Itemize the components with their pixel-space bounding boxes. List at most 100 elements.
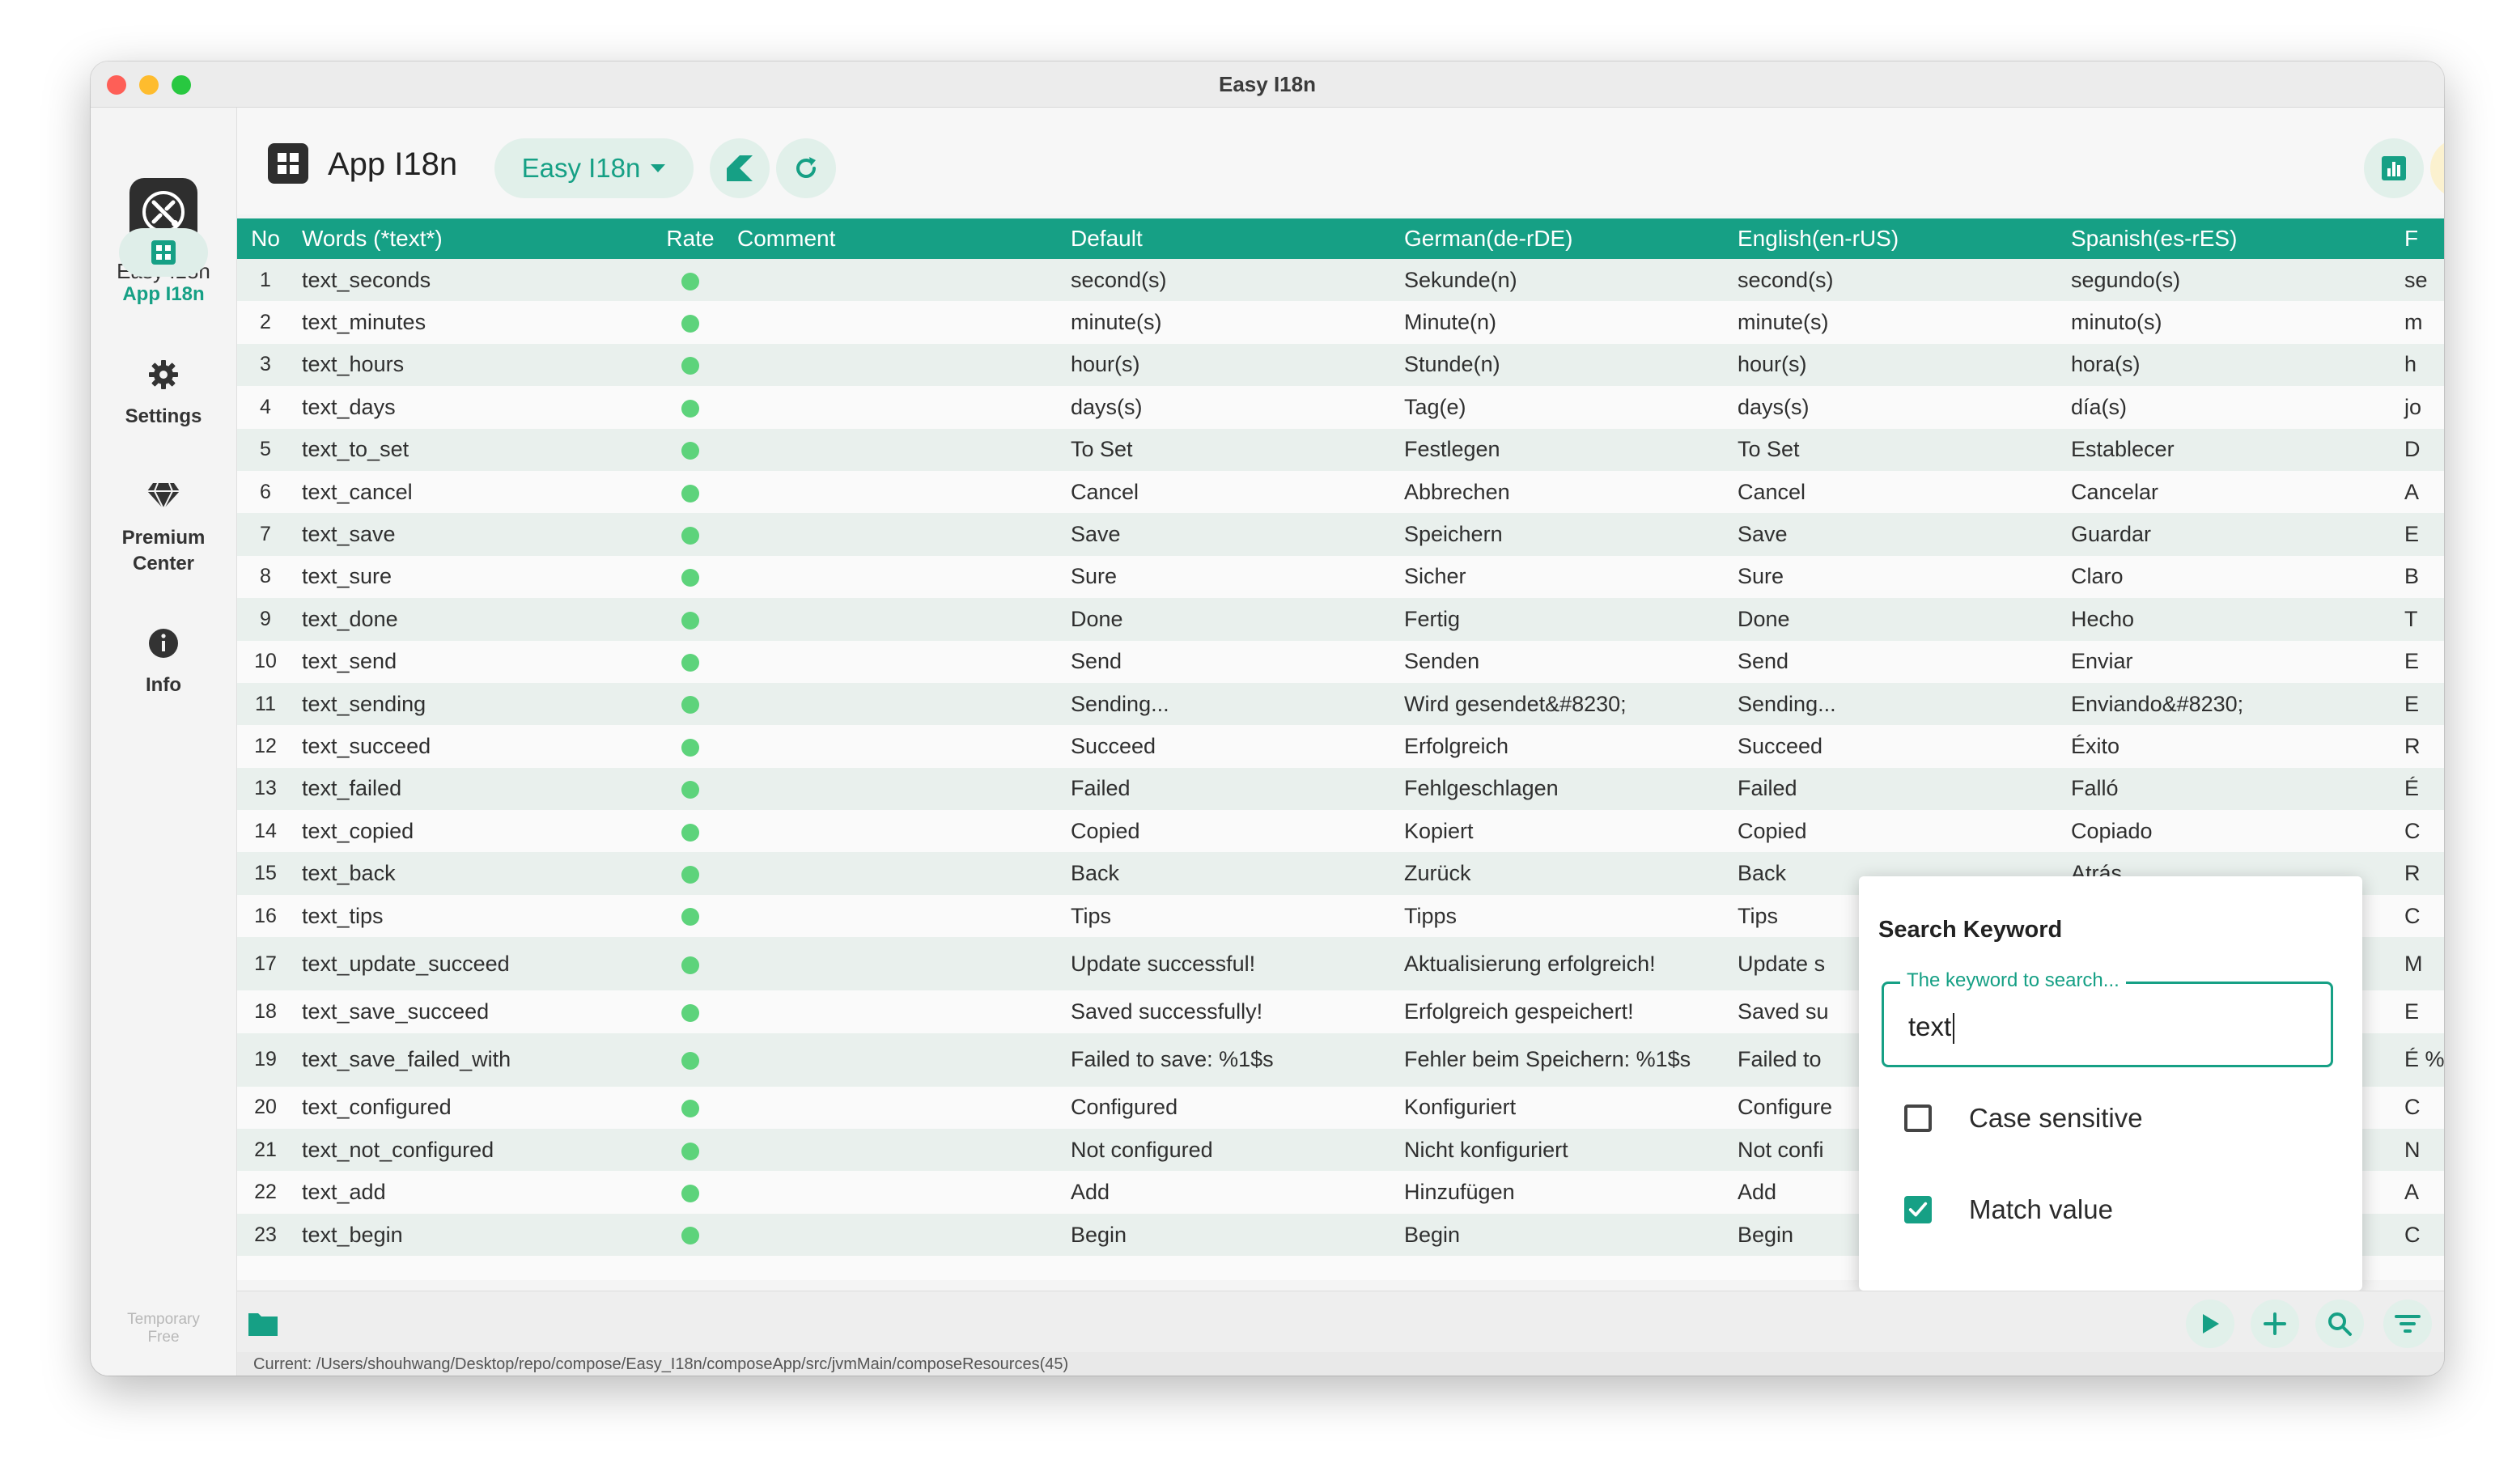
spanish-cell[interactable]: Éxito — [2063, 725, 2396, 767]
search-input-value[interactable]: text — [1908, 1011, 1955, 1045]
sidebar-item-info[interactable]: Info — [91, 619, 236, 698]
german-cell[interactable]: Festlegen — [1396, 429, 1729, 471]
comment-cell[interactable] — [729, 598, 1063, 640]
default-cell[interactable]: Failed to save: %1$s — [1063, 1033, 1396, 1087]
filter-button[interactable] — [2383, 1300, 2432, 1348]
default-cell[interactable]: minute(s) — [1063, 301, 1396, 343]
english-cell[interactable]: Failed — [1729, 768, 2063, 810]
french-cell[interactable]: A — [2396, 471, 2444, 513]
case-sensitive-checkbox[interactable] — [1904, 1105, 1932, 1132]
row-number[interactable]: 5 — [237, 429, 294, 471]
rate-cell[interactable] — [651, 1087, 729, 1129]
search-input[interactable]: The keyword to search... text — [1882, 969, 2333, 1067]
word-key[interactable]: text_tips — [294, 895, 651, 937]
german-cell[interactable]: Tipps — [1396, 895, 1729, 937]
comment-cell[interactable] — [729, 937, 1063, 990]
spanish-cell[interactable]: día(s) — [2063, 386, 2396, 428]
default-cell[interactable]: second(s) — [1063, 259, 1396, 301]
row-number[interactable]: 20 — [237, 1087, 294, 1129]
table-row[interactable]: 3 text_hours hour(s) Stunde(n) hour(s) hora(s… — [237, 343, 2444, 387]
default-cell[interactable]: Cancel — [1063, 471, 1396, 513]
table-row[interactable]: 13 text_failed Failed Fehlgeschlagen Failed F… — [237, 767, 2444, 811]
spanish-cell[interactable]: Falló — [2063, 768, 2396, 810]
comment-cell[interactable] — [729, 1129, 1063, 1171]
default-cell[interactable]: Saved successfully! — [1063, 990, 1396, 1032]
rate-cell[interactable] — [651, 386, 729, 428]
row-number[interactable]: 6 — [237, 471, 294, 513]
spanish-cell[interactable]: Establecer — [2063, 429, 2396, 471]
german-cell[interactable]: Erfolgreich — [1396, 725, 1729, 767]
comment-cell[interactable] — [729, 471, 1063, 513]
word-key[interactable]: text_minutes — [294, 301, 651, 343]
word-key[interactable]: text_done — [294, 598, 651, 640]
rate-cell[interactable] — [651, 810, 729, 852]
spanish-cell[interactable]: Cancelar — [2063, 471, 2396, 513]
row-number[interactable]: 7 — [237, 513, 294, 555]
table-row[interactable]: 7 text_save Save Speichern Save Guardar E — [237, 513, 2444, 556]
rate-cell[interactable] — [651, 429, 729, 471]
word-key[interactable]: text_seconds — [294, 259, 651, 301]
french-cell[interactable]: E — [2396, 513, 2444, 555]
french-cell[interactable]: C — [2396, 810, 2444, 852]
spanish-cell[interactable]: minuto(s) — [2063, 301, 2396, 343]
spanish-cell[interactable]: Enviar — [2063, 641, 2396, 683]
rate-cell[interactable] — [651, 1129, 729, 1171]
comment-cell[interactable] — [729, 810, 1063, 852]
rate-cell[interactable] — [651, 852, 729, 894]
sidebar-item-app-i18n[interactable]: App I18n — [91, 228, 236, 307]
comment-cell[interactable] — [729, 386, 1063, 428]
rate-cell[interactable] — [651, 1171, 729, 1213]
word-key[interactable]: text_send — [294, 641, 651, 683]
sidebar-item-settings[interactable]: Settings — [91, 350, 236, 430]
german-cell[interactable]: Sekunde(n) — [1396, 259, 1729, 301]
word-key[interactable]: text_configured — [294, 1087, 651, 1129]
french-cell[interactable]: E — [2396, 990, 2444, 1032]
column-header-words[interactable]: Words (*text*) — [294, 218, 651, 259]
french-cell[interactable]: R — [2396, 725, 2444, 767]
word-key[interactable]: text_add — [294, 1171, 651, 1213]
word-key[interactable]: text_copied — [294, 810, 651, 852]
rate-cell[interactable] — [651, 344, 729, 386]
rate-cell[interactable] — [651, 683, 729, 725]
word-key[interactable]: text_sure — [294, 556, 651, 598]
comment-cell[interactable] — [729, 1171, 1063, 1213]
spanish-cell[interactable]: segundo(s) — [2063, 259, 2396, 301]
english-cell[interactable]: second(s) — [1729, 259, 2063, 301]
word-key[interactable]: text_hours — [294, 344, 651, 386]
row-number[interactable]: 14 — [237, 810, 294, 852]
comment-cell[interactable] — [729, 259, 1063, 301]
default-cell[interactable]: Send — [1063, 641, 1396, 683]
comment-cell[interactable] — [729, 683, 1063, 725]
french-cell[interactable]: C — [2396, 895, 2444, 937]
row-number[interactable]: 22 — [237, 1171, 294, 1213]
rate-cell[interactable] — [651, 937, 729, 990]
row-number[interactable]: 9 — [237, 598, 294, 640]
rate-cell[interactable] — [651, 471, 729, 513]
rate-cell[interactable] — [651, 259, 729, 301]
french-cell[interactable]: jo — [2396, 386, 2444, 428]
french-cell[interactable]: T — [2396, 598, 2444, 640]
word-key[interactable]: text_save — [294, 513, 651, 555]
table-row[interactable]: 4 text_days days(s) Tag(e) days(s) día(s) jo — [237, 386, 2444, 429]
column-header-default[interactable]: Default — [1063, 218, 1396, 259]
default-cell[interactable]: Sure — [1063, 556, 1396, 598]
comment-cell[interactable] — [729, 852, 1063, 894]
row-number[interactable]: 12 — [237, 725, 294, 767]
french-cell[interactable]: h — [2396, 344, 2444, 386]
add-button[interactable] — [2251, 1300, 2299, 1348]
open-folder-button[interactable] — [239, 1300, 287, 1348]
german-cell[interactable]: Fehler beim Speichern: %1$s — [1396, 1033, 1729, 1087]
default-cell[interactable]: Save — [1063, 513, 1396, 555]
column-header-english[interactable]: English(en-rUS) — [1729, 218, 2063, 259]
default-cell[interactable]: Configured — [1063, 1087, 1396, 1129]
rate-cell[interactable] — [651, 895, 729, 937]
english-cell[interactable]: Sending... — [1729, 683, 2063, 725]
row-number[interactable]: 16 — [237, 895, 294, 937]
default-cell[interactable]: days(s) — [1063, 386, 1396, 428]
spanish-cell[interactable]: Copiado — [2063, 810, 2396, 852]
rate-cell[interactable] — [651, 598, 729, 640]
column-header-german[interactable]: German(de-rDE) — [1396, 218, 1729, 259]
german-cell[interactable]: Zurück — [1396, 852, 1729, 894]
french-cell[interactable]: R — [2396, 852, 2444, 894]
default-cell[interactable]: Sending... — [1063, 683, 1396, 725]
